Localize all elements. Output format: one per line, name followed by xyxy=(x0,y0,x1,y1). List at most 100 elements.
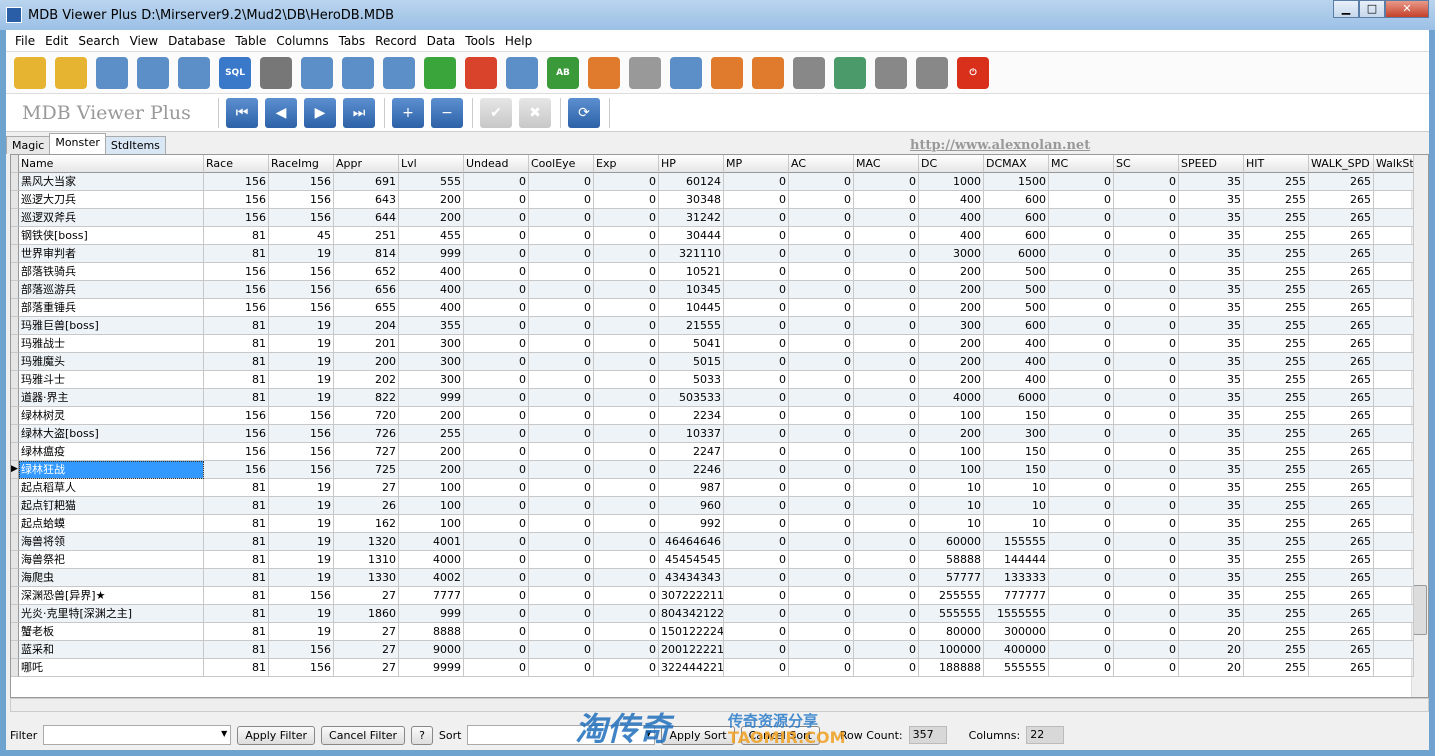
table-cell[interactable]: 0 xyxy=(1049,605,1114,623)
table-cell[interactable]: 0 xyxy=(464,515,529,533)
help-button[interactable]: ? xyxy=(411,725,433,745)
query-button[interactable] xyxy=(137,56,169,89)
table-cell[interactable]: 0 xyxy=(789,407,854,425)
table-cell[interactable]: 0 xyxy=(1114,209,1179,227)
table-cell[interactable]: 0 xyxy=(1114,371,1179,389)
table-cell[interactable]: 0 xyxy=(529,425,594,443)
table-cell[interactable]: 0 xyxy=(529,227,594,245)
table-cell[interactable]: 255 xyxy=(1244,497,1309,515)
row-indicator[interactable] xyxy=(11,443,19,461)
table-cell[interactable]: 251 xyxy=(334,227,399,245)
table-cell[interactable]: 255 xyxy=(1244,389,1309,407)
print-button[interactable] xyxy=(793,56,825,89)
table-cell[interactable]: 部落铁骑兵 xyxy=(19,263,204,281)
table-cell[interactable]: 265 xyxy=(1309,245,1374,263)
table-cell[interactable]: 0 xyxy=(724,425,789,443)
table-cell[interactable]: 255 xyxy=(1244,551,1309,569)
row-indicator[interactable] xyxy=(11,263,19,281)
table-cell[interactable]: 巡逻大刀兵 xyxy=(19,191,204,209)
table-cell[interactable]: 0 xyxy=(1114,461,1179,479)
table-cell[interactable]: 814 xyxy=(334,245,399,263)
database-add-button[interactable] xyxy=(260,56,292,89)
import-button[interactable] xyxy=(875,56,907,89)
table-cell[interactable]: 0 xyxy=(594,515,659,533)
table-cell[interactable]: 265 xyxy=(1309,605,1374,623)
table-cell[interactable]: 0 xyxy=(529,569,594,587)
table-cell[interactable] xyxy=(1374,515,1414,533)
table-cell[interactable]: 0 xyxy=(724,461,789,479)
table-cell[interactable]: 5015 xyxy=(659,353,724,371)
table-cell[interactable]: 255 xyxy=(1244,587,1309,605)
table-cell[interactable]: 0 xyxy=(789,263,854,281)
table-cell[interactable]: 60000 xyxy=(919,533,984,551)
table-row[interactable]: 部落巡游兵 156 156 656 400 0 0 0 10345 0 0 0 200 500 0 0 35 25… xyxy=(11,281,1414,299)
table-cell[interactable]: 35 xyxy=(1179,515,1244,533)
table-cell[interactable]: 0 xyxy=(1114,299,1179,317)
table-cell[interactable]: 200 xyxy=(919,371,984,389)
table-cell[interactable]: 500 xyxy=(984,299,1049,317)
table-cell[interactable]: 0 xyxy=(464,551,529,569)
table-cell[interactable]: 0 xyxy=(594,425,659,443)
table-row[interactable]: 巡逻大刀兵 156 156 643 200 0 0 0 30348 0 0 0 400 600 0 0 35 25… xyxy=(11,191,1414,209)
table-cell[interactable] xyxy=(1374,443,1414,461)
table-cell[interactable]: 720 xyxy=(334,407,399,425)
table-cell[interactable]: 0 xyxy=(789,587,854,605)
table-cell[interactable]: 0 xyxy=(1049,587,1114,605)
table-cell[interactable]: 0 xyxy=(854,299,919,317)
table-info-button[interactable] xyxy=(383,56,415,89)
table-cell[interactable]: 200 xyxy=(399,461,464,479)
table-row[interactable]: 玛雅战士 81 19 201 300 0 0 0 5041 0 0 0 200 400 0 0 35 255 265 xyxy=(11,335,1414,353)
table-cell[interactable]: 0 xyxy=(594,353,659,371)
table-cell[interactable]: 0 xyxy=(1049,209,1114,227)
table-cell[interactable]: 0 xyxy=(1114,497,1179,515)
table-cell[interactable]: 0 xyxy=(724,281,789,299)
menu-tabs[interactable]: Tabs xyxy=(334,34,371,48)
table-cell[interactable]: 100 xyxy=(919,443,984,461)
table-cell[interactable]: 0 xyxy=(594,605,659,623)
table-cell[interactable]: 0 xyxy=(854,191,919,209)
table-cell[interactable]: 265 xyxy=(1309,371,1374,389)
table-cell[interactable]: 200 xyxy=(399,209,464,227)
column-header-appr[interactable]: Appr xyxy=(334,155,399,173)
table-cell[interactable]: 0 xyxy=(529,209,594,227)
next-record-button[interactable]: ▶ xyxy=(304,97,336,128)
table-cell[interactable]: 100000 xyxy=(919,641,984,659)
table-cell[interactable]: 部落重锤兵 xyxy=(19,299,204,317)
table-cell[interactable]: 0 xyxy=(1114,353,1179,371)
menu-data[interactable]: Data xyxy=(422,34,461,48)
table-cell[interactable]: 0 xyxy=(724,209,789,227)
table-cell[interactable]: 27 xyxy=(334,623,399,641)
row-indicator[interactable] xyxy=(11,245,19,263)
table-cell[interactable] xyxy=(1374,281,1414,299)
table-cell[interactable]: 200 xyxy=(919,299,984,317)
rename-button[interactable]: AB xyxy=(547,56,579,89)
table-cell[interactable]: 822 xyxy=(334,389,399,407)
table-cell[interactable]: 0 xyxy=(594,173,659,191)
table-cell[interactable]: 0 xyxy=(594,443,659,461)
table-cell[interactable]: 81 xyxy=(204,659,269,677)
table-cell[interactable]: 6000 xyxy=(984,389,1049,407)
table-cell[interactable]: 307222211 xyxy=(659,587,724,605)
table-cell[interactable]: 0 xyxy=(789,191,854,209)
table-cell[interactable]: 156 xyxy=(204,299,269,317)
table-cell[interactable]: 265 xyxy=(1309,335,1374,353)
table-cell[interactable]: 0 xyxy=(529,281,594,299)
table-cell[interactable]: 19 xyxy=(269,389,334,407)
table-cell[interactable]: 156 xyxy=(269,641,334,659)
table-cell[interactable]: 0 xyxy=(464,425,529,443)
table-cell[interactable]: 0 xyxy=(1049,443,1114,461)
export-db-button[interactable] xyxy=(916,56,948,89)
sql-button[interactable]: SQL xyxy=(219,56,251,89)
table-cell[interactable]: 0 xyxy=(1049,479,1114,497)
table-cell[interactable]: 0 xyxy=(1049,659,1114,677)
open-recent-button[interactable] xyxy=(55,56,87,89)
table-cell[interactable]: 0 xyxy=(464,587,529,605)
table-cell[interactable]: 30444 xyxy=(659,227,724,245)
table-cell[interactable]: 0 xyxy=(724,569,789,587)
table-cell[interactable]: 0 xyxy=(464,569,529,587)
table-cell[interactable]: 81 xyxy=(204,533,269,551)
table-row[interactable]: ▶ 绿林狂战 156 156 725 200 0 0 0 2246 0 0 0 100 150 0 0 35 255… xyxy=(11,461,1414,479)
table-cell[interactable]: 0 xyxy=(1049,245,1114,263)
table-cell[interactable]: 255 xyxy=(1244,263,1309,281)
table-cell[interactable]: 20 xyxy=(1179,641,1244,659)
